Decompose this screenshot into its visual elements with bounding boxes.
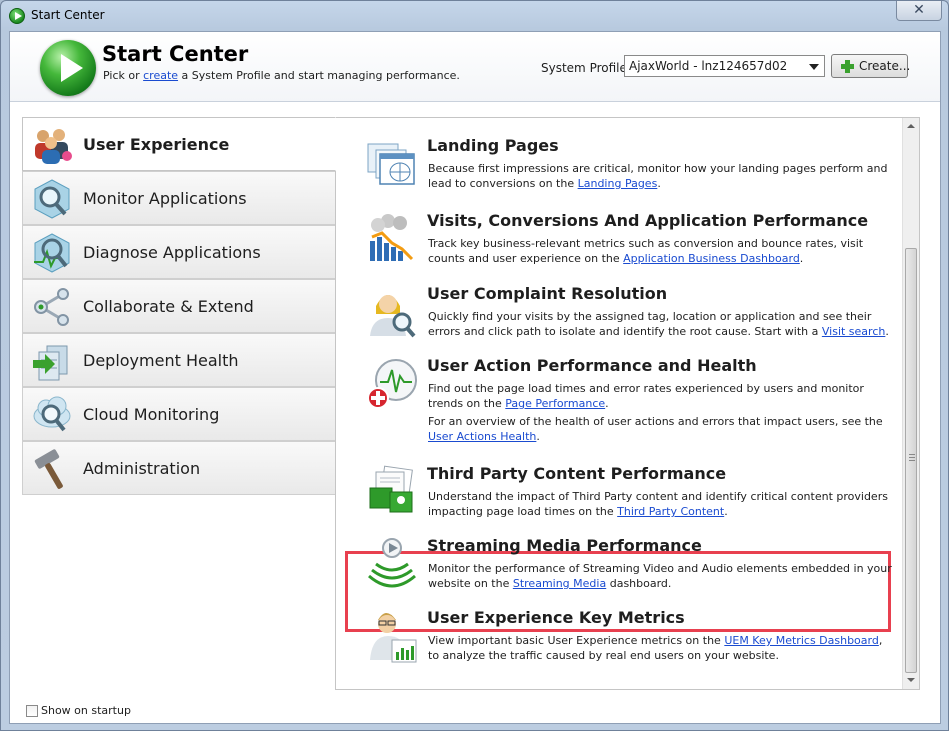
landing-pages-icon	[367, 143, 415, 185]
nav-item-monitor-applications[interactable]: Monitor Applications	[22, 171, 336, 225]
desc-text: Find out the page load times and error r…	[428, 382, 864, 410]
nav-item-cloud-monitoring[interactable]: Cloud Monitoring	[22, 387, 336, 441]
show-on-startup-label: Show on startup	[41, 704, 131, 717]
start-center-window: Start Center ✕ Start Center Pick or crea…	[0, 0, 949, 731]
section-title: User Experience Key Metrics	[427, 608, 685, 627]
nav-item-diagnose-applications[interactable]: Diagnose Applications	[22, 225, 336, 279]
window-title: Start Center	[31, 8, 105, 22]
nav-label: Diagnose Applications	[83, 243, 261, 262]
share-icon	[34, 288, 69, 326]
nav-label: Monitor Applications	[83, 189, 247, 208]
create-button-label: Create...	[859, 59, 911, 73]
header: Start Center Pick or create a System Pro…	[10, 32, 940, 102]
dropdown-arrow-icon[interactable]	[809, 64, 819, 70]
page-performance-link[interactable]: Page Performance	[505, 397, 605, 410]
section-title: Visits, Conversions And Application Perf…	[427, 211, 869, 230]
grip-icon	[909, 454, 915, 461]
nav-label: User Experience	[83, 135, 230, 154]
create-link[interactable]: create	[143, 69, 178, 82]
section-description: Quickly find your visits by the assigned…	[428, 309, 893, 339]
section-description: Because first impressions are critical, …	[428, 161, 893, 191]
desc-text: View important basic User Experience met…	[428, 634, 725, 647]
system-profile-label: System Profile:	[541, 61, 631, 75]
vertical-scrollbar[interactable]	[902, 118, 919, 689]
desc-text: dashboard.	[606, 577, 672, 590]
section-description: Monitor the performance of Streaming Vid…	[428, 561, 893, 591]
nav-item-collaborate-extend[interactable]: Collaborate & Extend	[22, 279, 336, 333]
section-title: Landing Pages	[427, 136, 559, 155]
scrollbar-thumb[interactable]	[905, 248, 917, 673]
nav-label: Deployment Health	[83, 351, 239, 370]
app-icon	[9, 8, 25, 24]
section-description: Find out the page load times and error r…	[428, 381, 893, 444]
show-on-startup-checkbox[interactable]	[26, 705, 38, 717]
desc-text: Quickly find your visits by the assigned…	[428, 310, 872, 338]
nav-item-deployment-health[interactable]: Deployment Health	[22, 333, 336, 387]
page-title: Start Center	[102, 42, 249, 66]
third-party-content-link[interactable]: Third Party Content	[617, 505, 724, 518]
desc-text: .	[799, 252, 804, 265]
client-area: Start Center Pick or create a System Pro…	[9, 31, 941, 724]
desc-text: For an overview of the health of user ac…	[428, 415, 883, 428]
system-profile-value: AjaxWorld - lnz124657d02	[629, 59, 788, 73]
cloud-magnifier-icon	[33, 396, 71, 432]
streaming-media-icon	[368, 538, 416, 588]
section-title: User Action Performance and Health	[427, 356, 757, 375]
subtitle-text-post: a System Profile and start managing perf…	[178, 69, 460, 82]
desc-text: .	[605, 397, 609, 410]
nav-label: Administration	[83, 459, 201, 478]
close-button[interactable]: ✕	[896, 1, 942, 21]
category-nav: User Experience Monitor Applications Dia…	[22, 117, 336, 495]
scroll-up-arrow-icon[interactable]	[903, 118, 919, 135]
monitor-magnifier-icon	[34, 179, 70, 219]
scroll-down-arrow-icon[interactable]	[903, 672, 919, 689]
nav-label: Cloud Monitoring	[83, 405, 220, 424]
desc-text: .	[885, 325, 889, 338]
nav-item-administration[interactable]: Administration	[22, 441, 336, 495]
uem-key-metrics-dashboard-link[interactable]: UEM Key Metrics Dashboard	[724, 634, 879, 647]
plus-icon	[841, 60, 854, 73]
section-description: Track key business-relevant metrics such…	[428, 236, 893, 266]
subtitle: Pick or create a System Profile and star…	[103, 69, 460, 82]
desc-text: .	[657, 177, 661, 190]
system-profile-select[interactable]: AjaxWorld - lnz124657d02	[624, 55, 825, 77]
visit-search-link[interactable]: Visit search	[822, 325, 885, 338]
streaming-media-link[interactable]: Streaming Media	[513, 577, 606, 590]
content-panel: Landing Pages Because first impressions …	[335, 117, 920, 690]
visits-chart-icon	[370, 214, 414, 261]
desc-text: .	[536, 430, 540, 443]
start-center-logo-icon	[40, 40, 96, 96]
section-title: Third Party Content Performance	[427, 464, 727, 483]
section-description: Understand the impact of Third Party con…	[428, 489, 893, 519]
user-actions-health-link[interactable]: User Actions Health	[428, 430, 536, 443]
create-button[interactable]: Create...	[831, 54, 911, 78]
nav-item-user-experience[interactable]: User Experience	[22, 117, 336, 171]
subtitle-text-pre: Pick or	[103, 69, 144, 82]
section-title: Streaming Media Performance	[427, 536, 702, 555]
users-icon	[35, 129, 72, 164]
section-description: View important basic User Experience met…	[428, 633, 893, 663]
heartbeat-icon	[367, 359, 417, 409]
key-metrics-icon	[370, 613, 417, 663]
nav-label: Collaborate & Extend	[83, 297, 254, 316]
title-bar[interactable]: Start Center ✕	[1, 1, 948, 31]
hammer-icon	[34, 449, 63, 489]
desc-text: .	[724, 505, 728, 518]
landing-pages-link[interactable]: Landing Pages	[578, 177, 658, 190]
diagnose-magnifier-icon	[34, 233, 70, 273]
servers-icon	[33, 345, 68, 381]
third-party-content-icon	[369, 465, 413, 513]
section-title: User Complaint Resolution	[427, 284, 668, 303]
application-business-dashboard-link[interactable]: Application Business Dashboard	[623, 252, 800, 265]
support-agent-icon	[370, 295, 416, 338]
